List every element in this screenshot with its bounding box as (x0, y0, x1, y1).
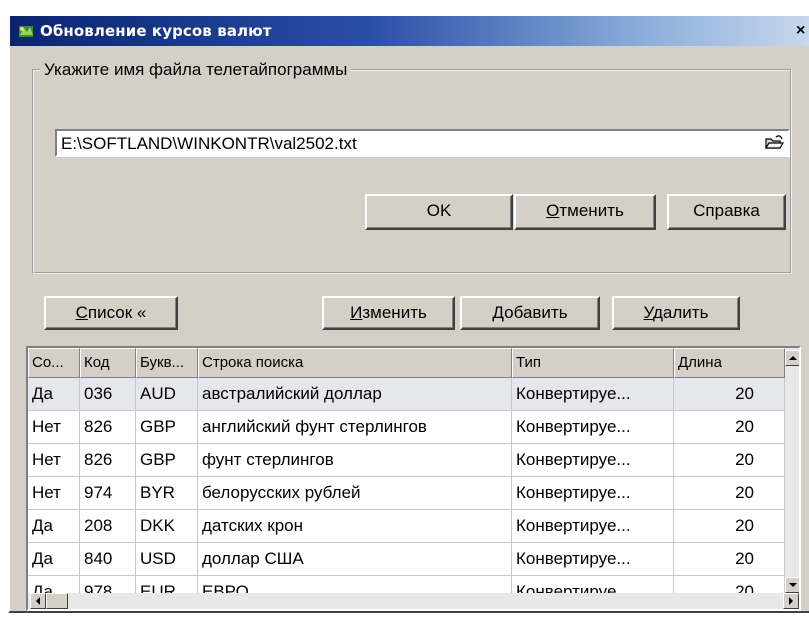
cell-search: фунт стерлингов (198, 444, 512, 477)
scroll-down-button[interactable] (785, 577, 799, 593)
cell-search: австралийский доллар (198, 378, 512, 411)
cell-search: белорусских рублей (198, 477, 512, 510)
list-toggle-button[interactable]: Список « (44, 296, 178, 330)
add-label: обавить (504, 303, 568, 322)
file-path-field[interactable]: E:\SOFTLAND\WINKONTR\val2502.txt (55, 129, 790, 157)
cell-status: Нет (28, 444, 80, 477)
cell-status: Да (28, 510, 80, 543)
title-bar[interactable]: Обновление курсов валют × (10, 16, 809, 46)
list-label: писок « (87, 303, 147, 322)
column-header-search[interactable]: Строка поиска (198, 348, 512, 378)
cell-length: 20 (674, 510, 785, 543)
cell-code: 840 (80, 543, 136, 576)
cell-type: Конвертируе... (512, 444, 674, 477)
window-title: Обновление курсов валют (40, 22, 272, 40)
edit-button[interactable]: Изменить (322, 296, 455, 330)
table-row[interactable]: Нет 826 GBP фунт стерлингов Конвертируе.… (28, 444, 785, 477)
add-accel: Д (492, 303, 505, 322)
table-row[interactable]: Нет 826 GBP английский фунт стерлингов К… (28, 411, 785, 444)
arrow-down-icon (789, 583, 797, 587)
cell-search: датских крон (198, 510, 512, 543)
cell-type: Конвертируе... (512, 411, 674, 444)
scroll-left-button[interactable] (30, 593, 46, 609)
cell-length: 20 (674, 543, 785, 576)
cell-status: Нет (28, 477, 80, 510)
cell-code: 826 (80, 444, 136, 477)
cell-length: 20 (674, 444, 785, 477)
cell-letters: GBP (136, 411, 198, 444)
table-row[interactable]: Нет 974 BYR белорусских рублей Конвертир… (28, 477, 785, 510)
column-header-letters[interactable]: Букв... (136, 348, 198, 378)
cell-status: Да (28, 543, 80, 576)
cell-code: 826 (80, 411, 136, 444)
arrow-left-icon (36, 597, 40, 605)
cell-type: Конвертируе... (512, 543, 674, 576)
add-button[interactable]: Добавить (460, 296, 600, 330)
cancel-button[interactable]: Отменить (514, 194, 656, 230)
cell-type: Конвертируе... (512, 510, 674, 543)
file-group: Укажите имя файла телетайпограммы (32, 60, 792, 274)
close-icon[interactable]: × (796, 22, 805, 40)
cell-search: английский фунт стерлингов (198, 411, 512, 444)
cell-status: Да (28, 378, 80, 411)
table-row[interactable]: Да 840 USD доллар США Конвертируе... 20 (28, 543, 785, 576)
horizontal-scrollbar[interactable] (28, 593, 799, 609)
cell-code: 036 (80, 378, 136, 411)
cell-letters: BYR (136, 477, 198, 510)
cell-letters: AUD (136, 378, 198, 411)
vertical-scrollbar[interactable] (785, 348, 799, 593)
cancel-accel: О (546, 201, 560, 220)
table-row[interactable]: Да 208 DKK датских крон Конвертируе... 2… (28, 510, 785, 543)
cell-length: 20 (674, 411, 785, 444)
cell-type: Конвертируе... (512, 378, 674, 411)
scroll-up-button[interactable] (785, 350, 799, 366)
cell-search: доллар США (198, 543, 512, 576)
cell-letters: USD (136, 543, 198, 576)
edit-label: зменить (362, 303, 427, 322)
scroll-right-button[interactable] (783, 593, 799, 609)
table-row[interactable]: Да 036 AUD австралийский доллар Конверти… (28, 378, 785, 411)
arrow-right-icon (789, 597, 793, 605)
list-accel: С (75, 303, 88, 322)
app-icon (19, 26, 33, 37)
column-header-code[interactable]: Код (80, 348, 136, 378)
cancel-label: тменить (559, 201, 624, 220)
file-path-value[interactable]: E:\SOFTLAND\WINKONTR\val2502.txt (61, 134, 357, 154)
delete-accel: У (643, 303, 654, 322)
help-button[interactable]: Справка (667, 194, 786, 230)
edit-accel: И (350, 303, 363, 322)
file-group-legend: Укажите имя файла телетайпограммы (44, 60, 348, 79)
delete-button[interactable]: Удалить (612, 296, 740, 330)
currency-update-dialog: Обновление курсов валют × Укажите имя фа… (8, 14, 809, 613)
column-header-length[interactable]: Длина (674, 348, 785, 378)
cell-code: 208 (80, 510, 136, 543)
column-header-type[interactable]: Тип (512, 348, 674, 378)
cell-type: Конвертируе... (512, 477, 674, 510)
ok-button[interactable]: OK (365, 194, 513, 230)
cell-code: 974 (80, 477, 136, 510)
cell-letters: DKK (136, 510, 198, 543)
column-header-status[interactable]: Со... (28, 348, 80, 378)
cell-length: 20 (674, 378, 785, 411)
table-body: Да 036 AUD австралийский доллар Конверти… (28, 378, 785, 609)
arrow-up-icon (789, 356, 797, 360)
currency-table[interactable]: Со... Код Букв... Строка поиска Тип Длин… (26, 346, 801, 611)
cell-letters: GBP (136, 444, 198, 477)
delete-label: далить (653, 303, 709, 322)
table-header: Со... Код Букв... Строка поиска Тип Длин… (28, 348, 785, 378)
scroll-thumb[interactable] (46, 593, 68, 609)
cell-length: 20 (674, 477, 785, 510)
open-folder-icon[interactable] (763, 133, 785, 153)
cell-status: Нет (28, 411, 80, 444)
